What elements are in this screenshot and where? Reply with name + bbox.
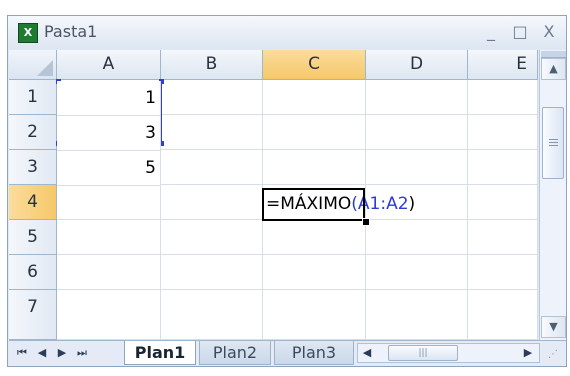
grip-line	[549, 145, 558, 146]
close-button[interactable]: X	[537, 20, 561, 44]
excel-app-icon[interactable]: X	[18, 23, 38, 43]
cell-d2[interactable]	[366, 115, 468, 150]
maximize-button[interactable]: □	[508, 20, 532, 44]
row-header-1[interactable]: 1	[9, 80, 57, 115]
grip-line	[549, 139, 558, 140]
scroll-up-button[interactable]: ▲	[541, 58, 566, 80]
cell-d3[interactable]	[366, 150, 468, 185]
cell-d1[interactable]	[366, 80, 468, 115]
select-all-button[interactable]	[9, 50, 57, 80]
cell-e7[interactable]	[468, 290, 538, 340]
cell-d6[interactable]	[366, 255, 468, 290]
cell-b1[interactable]	[161, 80, 263, 115]
grip-line	[549, 142, 558, 143]
cell-b6[interactable]	[161, 255, 263, 290]
cell-b2[interactable]	[161, 115, 263, 150]
cell-c3[interactable]	[263, 150, 366, 185]
cell-e5[interactable]	[468, 220, 538, 255]
cell-a4[interactable]	[57, 185, 161, 220]
column-header-d[interactable]: D	[366, 50, 468, 80]
sheet-tab-plan3[interactable]: Plan3	[274, 341, 354, 365]
vertical-scrollbar[interactable]: ▲ ▼	[539, 50, 566, 340]
vertical-scroll-thumb[interactable]	[542, 107, 564, 179]
row-header-2[interactable]: 2	[9, 115, 57, 150]
next-sheet-button[interactable]: ▶	[55, 345, 69, 361]
first-sheet-button[interactable]: ⏮	[15, 345, 29, 361]
cell-a2[interactable]: 3	[57, 116, 161, 151]
vertical-split-box[interactable]	[541, 51, 566, 58]
cell-a6[interactable]	[57, 255, 161, 290]
sheet-tab-plan1[interactable]: Plan1	[124, 341, 196, 365]
cell-c6[interactable]	[263, 255, 366, 290]
cell-c7[interactable]	[263, 290, 366, 340]
cell-b5[interactable]	[161, 220, 263, 255]
cell-e4[interactable]	[468, 185, 538, 220]
title-bar[interactable]: X Pasta1 _ □ X	[8, 16, 566, 49]
minimize-button[interactable]: _	[479, 20, 503, 44]
formula-range-reference: A1:A2	[357, 194, 409, 214]
scroll-left-button[interactable]: ◀	[360, 345, 374, 361]
sheet-tab-plan2[interactable]: Plan2	[199, 341, 271, 365]
cell-e3[interactable]	[468, 150, 538, 185]
resize-grip-icon[interactable]: ⋰	[548, 349, 562, 363]
cell-b7[interactable]	[161, 290, 263, 340]
column-header-a[interactable]: A	[57, 50, 161, 80]
row-header-3[interactable]: 3	[9, 150, 57, 185]
formula-function: =MÁXIMO	[266, 194, 352, 214]
cell-a7[interactable]	[57, 290, 161, 340]
horizontal-scrollbar[interactable]: ◀ ||| ▶	[357, 343, 540, 363]
fill-handle[interactable]	[362, 218, 370, 226]
cell-e6[interactable]	[468, 255, 538, 290]
formula-close-paren: )	[408, 194, 416, 214]
cell-b4[interactable]	[161, 185, 263, 220]
column-header-c[interactable]: C	[263, 50, 366, 80]
cell-b3[interactable]	[161, 150, 263, 185]
formula-open-paren: (	[351, 194, 358, 214]
row-header-5[interactable]: 5	[9, 220, 57, 255]
cell-c1[interactable]	[263, 80, 366, 115]
sheet-tab-bar: ⏮ ◀ ▶ ⏭ Plan1 Plan2 Plan3 ◀ ||| ▶ ⋰	[9, 340, 566, 366]
cell-a1[interactable]: 1	[57, 81, 161, 116]
select-all-triangle-icon	[37, 60, 53, 76]
cell-c2[interactable]	[263, 115, 366, 150]
column-header-b[interactable]: B	[161, 50, 263, 80]
last-sheet-button[interactable]: ⏭	[75, 345, 89, 361]
cell-c5[interactable]	[263, 220, 366, 255]
scroll-right-button[interactable]: ▶	[521, 345, 535, 361]
cell-c4-formula[interactable]: =MÁXIMO(A1:A2)	[266, 192, 415, 216]
horizontal-scroll-thumb[interactable]: |||	[388, 345, 458, 361]
excel-window: X Pasta1 _ □ X A B C D E 1 2 3 4 5 6 7 1…	[7, 15, 567, 367]
cell-a3[interactable]: 5	[57, 151, 161, 186]
cell-a5[interactable]	[57, 220, 161, 255]
cell-d5[interactable]	[366, 220, 468, 255]
cell-e2[interactable]	[468, 115, 538, 150]
cell-d7[interactable]	[366, 290, 468, 340]
previous-sheet-button[interactable]: ◀	[35, 345, 49, 361]
row-header-7[interactable]: 7	[9, 290, 57, 340]
scroll-down-button[interactable]: ▼	[541, 316, 566, 338]
row-header-6[interactable]: 6	[9, 255, 57, 290]
row-header-4[interactable]: 4	[9, 185, 57, 220]
column-header-e[interactable]: E	[468, 50, 538, 80]
window-title: Pasta1	[44, 22, 98, 41]
cell-e1[interactable]	[468, 80, 538, 115]
